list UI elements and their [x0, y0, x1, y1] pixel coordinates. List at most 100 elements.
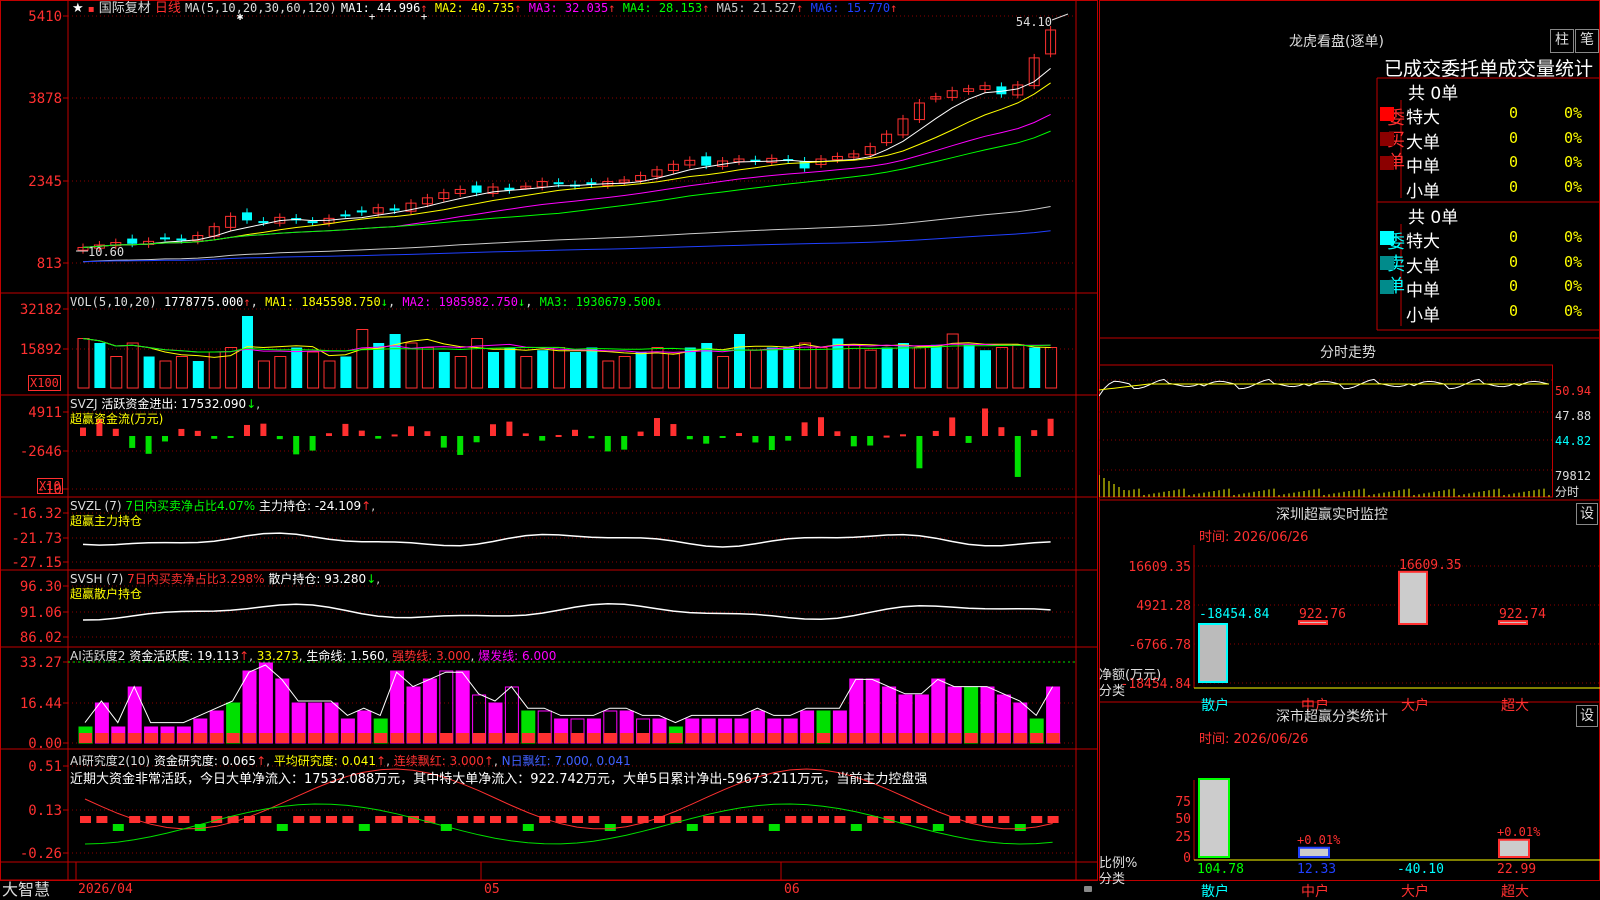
star-icon[interactable]: ★	[72, 1, 84, 16]
activity-base-bar	[193, 733, 207, 743]
research-bar	[260, 816, 272, 823]
flzj-bar	[1298, 846, 1330, 859]
flzj-settings-button[interactable]: 设	[1576, 705, 1598, 727]
activity-base-bar	[407, 733, 420, 743]
vol-bar	[257, 360, 270, 389]
lhb-row-3[interactable]: 中单 0 0%	[1380, 276, 1600, 301]
svzj-bar	[227, 436, 234, 438]
research-bar	[309, 816, 321, 823]
vol-bar	[913, 347, 926, 389]
svzl-header: SVZL (7) 7日内买卖净占比4.07% 主力持仓: -24.109↑, 超…	[70, 499, 376, 528]
vol-bar	[602, 360, 615, 389]
fenshi-y-label: 50.94	[1555, 384, 1591, 398]
vol-bar	[783, 347, 795, 388]
research-bar	[932, 824, 944, 831]
lhb-tabs[interactable]: 已成交委托单成交量统计	[1384, 54, 1593, 81]
svzj-bar	[818, 417, 824, 436]
period-label[interactable]: 日线	[155, 1, 181, 16]
candle-down	[701, 156, 712, 166]
date-axis-jun: 06	[784, 882, 800, 897]
lhb-row-1[interactable]: 特大 0 0%	[1380, 227, 1600, 252]
tick-mode-button[interactable]: 笔	[1575, 29, 1599, 53]
svzj-bar	[670, 424, 677, 436]
szjk-ylabel-unit: 净额(万元)	[1099, 668, 1162, 683]
up-arrow-icon: ↑	[256, 754, 267, 768]
svzj-bar	[473, 436, 480, 443]
vol-ma1: MA1: 1845598.750	[265, 295, 381, 309]
svzj-bar	[654, 418, 660, 436]
lhb-row-name: 中单	[1406, 281, 1440, 301]
research-bar	[736, 816, 747, 823]
szjk-title: 深圳超赢实时监控	[1276, 507, 1388, 523]
lhb-row-2[interactable]: 大单 0 0%	[1380, 252, 1600, 277]
research-bar	[818, 816, 829, 823]
vol-multiplier[interactable]: X100	[28, 375, 61, 391]
down-arrow-icon: ↓	[380, 295, 388, 309]
vol-ma3: MA3: 1930679.500	[539, 295, 656, 309]
svzj-title: SVZJ	[70, 397, 98, 411]
stock-name[interactable]: 国际复材	[99, 1, 151, 16]
fenshi-y-label: 44.82	[1555, 434, 1591, 448]
activity-base-bar	[931, 733, 945, 743]
lhb-row-pct: 0%	[1564, 104, 1583, 122]
color-swatch-icon	[1380, 180, 1394, 195]
color-swatch-icon	[1380, 304, 1394, 319]
svzj-bar	[162, 436, 168, 442]
activity-base-bar	[292, 733, 306, 743]
up-arrow-icon: ↑	[420, 1, 428, 15]
research-bar	[604, 824, 616, 831]
high-marker-arrow	[1051, 13, 1069, 21]
research-bar	[145, 816, 157, 823]
low-price-marker: 10.60	[88, 245, 124, 259]
svzl-hold: 主力持仓: -24.109	[258, 499, 362, 513]
lhb-row-2[interactable]: 大单 0 0%	[1380, 128, 1600, 153]
activity-base-bar	[653, 733, 666, 743]
aihyd-v2: 33.273	[256, 649, 299, 663]
svzj-bar	[358, 430, 365, 436]
aiyjd-r3: 连续飘红: 3.000	[393, 754, 484, 768]
activity-bar	[439, 670, 454, 744]
candle-down	[307, 221, 318, 224]
lhb-row-value: 0	[1509, 128, 1519, 147]
color-swatch-icon	[1380, 280, 1394, 294]
svzj-multiplier[interactable]: X10	[37, 478, 63, 494]
activity-base-bar	[669, 733, 683, 743]
szjk-category: 散户	[1201, 697, 1229, 714]
research-bar	[490, 816, 501, 823]
lhb-row-4[interactable]: 小单 0 0%	[1380, 177, 1600, 202]
svzj-bar	[1014, 436, 1021, 477]
research-bar	[1031, 816, 1043, 823]
lhb-row-1[interactable]: 特大 0 0%	[1380, 103, 1600, 128]
y-axis-label: 2345	[28, 174, 62, 190]
activity-base-bar	[341, 733, 355, 743]
vol-bar	[159, 360, 172, 389]
bar-mode-button[interactable]: 柱	[1550, 29, 1574, 53]
activity-base-bar	[259, 733, 273, 743]
lhb-row-pct: 0%	[1564, 128, 1583, 147]
lhb-row-3[interactable]: 中单 0 0%	[1380, 152, 1600, 177]
lhb-row-4[interactable]: 小单 0 0%	[1380, 301, 1600, 326]
down-arrow-icon: ↓	[517, 295, 526, 309]
svzj-bar	[604, 436, 611, 452]
aihyd-header: AI活跃度2 资金活跃度: 19.113↑, 33.273, 生命线: 1.56…	[70, 649, 557, 663]
vol-bar	[520, 356, 533, 389]
szjk-bar-value: -18454.84	[1199, 607, 1270, 622]
vol-bar	[94, 343, 106, 388]
svzj-bar	[178, 428, 185, 436]
fenshi-price-line	[1099, 378, 1550, 397]
y-axis-label: -2646	[20, 444, 62, 460]
svzj-bar	[867, 436, 874, 446]
lhb-row-name: 大单	[1406, 132, 1440, 153]
svzl-net: 7日内买卖净占比4.07%	[125, 499, 256, 513]
flzj-ylabel-unit: 比例%	[1099, 856, 1138, 871]
activity-base-bar	[767, 733, 781, 743]
up-arrow-icon: ↑	[361, 499, 372, 513]
up-arrow-icon: ↑	[243, 295, 251, 309]
vol-bar	[488, 352, 499, 388]
lock-icon[interactable]	[1084, 886, 1092, 892]
date-axis-start: 2026/04	[78, 882, 133, 897]
szjk-settings-button[interactable]: 设	[1576, 503, 1598, 525]
activity-base-bar	[997, 733, 1011, 743]
lhb-row-value: 0	[1509, 228, 1519, 246]
szjk-bar-value: 922.76	[1299, 607, 1346, 622]
